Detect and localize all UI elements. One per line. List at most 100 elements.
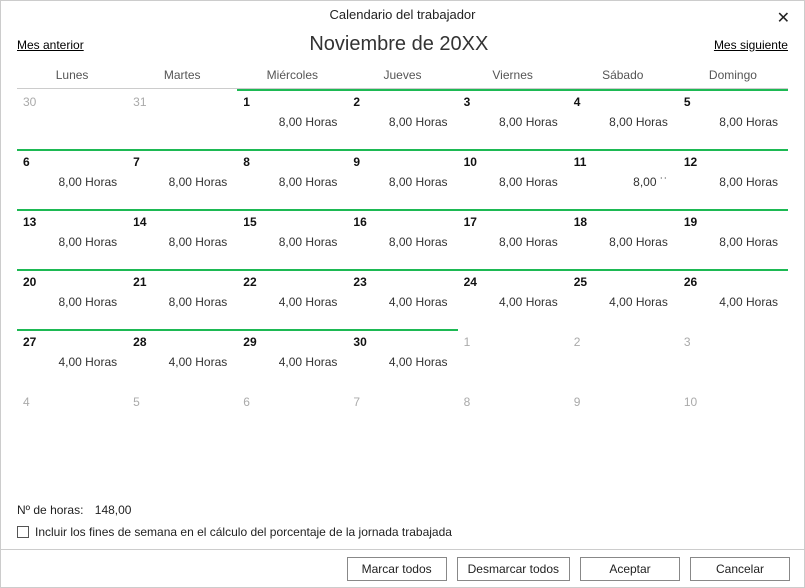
calendar-day-cell[interactable]: 6 (237, 389, 347, 449)
calendar-day-cell[interactable]: 68,00 Horas (17, 149, 127, 209)
mark-all-button[interactable]: Marcar todos (347, 557, 447, 581)
weekday-header-cell: Lunes (17, 64, 127, 89)
calendar-day-cell[interactable]: 1 (458, 329, 568, 389)
day-number: 30 (23, 95, 121, 109)
footer: Nº de horas: 148,00 Incluir los fines de… (17, 503, 788, 539)
calendar-day-cell[interactable]: 178,00 Horas (458, 209, 568, 269)
calendar-day-cell[interactable]: 9 (568, 389, 678, 449)
day-number: 2 (353, 95, 451, 109)
calendar-day-cell[interactable]: 5 (127, 389, 237, 449)
day-hours: 8,00 Horas (133, 229, 231, 249)
calendar-day-cell[interactable]: 148,00 Horas (127, 209, 237, 269)
cancel-button[interactable]: Cancelar (690, 557, 790, 581)
calendar-day-cell[interactable]: 98,00 Horas (347, 149, 457, 209)
day-hours: 4,00 Horas (353, 289, 451, 309)
close-icon[interactable]: ✕ (771, 3, 796, 35)
day-hours: 8,00 ˙˙ (574, 169, 672, 189)
include-weekends-row: Incluir los fines de semana en el cálcul… (17, 525, 788, 539)
weekday-header-cell: Viernes (458, 64, 568, 89)
calendar-day-cell[interactable]: 38,00 Horas (458, 89, 568, 149)
calendar-day-cell[interactable]: 198,00 Horas (678, 209, 788, 269)
day-number: 10 (464, 155, 562, 169)
calendar-day-cell[interactable]: 244,00 Horas (458, 269, 568, 329)
day-hours: 8,00 Horas (684, 109, 782, 129)
month-nav: Mes anterior Noviembre de 20XX Mes sigui… (1, 29, 804, 64)
day-number: 3 (684, 335, 782, 349)
total-hours: Nº de horas: 148,00 (17, 503, 788, 517)
calendar-day-cell[interactable]: 224,00 Horas (237, 269, 347, 329)
day-number: 17 (464, 215, 562, 229)
calendar-day-cell[interactable]: 294,00 Horas (237, 329, 347, 389)
total-hours-value: 148,00 (95, 503, 132, 517)
calendar-day-cell[interactable]: 88,00 Horas (237, 149, 347, 209)
day-number: 1 (243, 95, 341, 109)
day-number: 31 (133, 95, 231, 109)
day-hours: 8,00 Horas (574, 229, 672, 249)
day-number: 21 (133, 275, 231, 289)
day-number: 28 (133, 335, 231, 349)
day-number: 2 (574, 335, 672, 349)
day-number: 7 (133, 155, 231, 169)
day-number: 22 (243, 275, 341, 289)
calendar-day-cell[interactable]: 188,00 Horas (568, 209, 678, 269)
calendar-day-cell[interactable]: 218,00 Horas (127, 269, 237, 329)
calendar-day-cell[interactable]: 31 (127, 89, 237, 149)
day-number: 11 (574, 155, 672, 169)
calendar-day-cell[interactable]: 208,00 Horas (17, 269, 127, 329)
day-number: 6 (243, 395, 341, 409)
day-number: 20 (23, 275, 121, 289)
calendar-day-cell[interactable]: 304,00 Horas (347, 329, 457, 389)
day-number: 15 (243, 215, 341, 229)
calendar-day-cell[interactable]: 284,00 Horas (127, 329, 237, 389)
calendar-day-cell[interactable]: 118,00 ˙˙ (568, 149, 678, 209)
calendar-day-cell[interactable]: 234,00 Horas (347, 269, 457, 329)
calendar-day-cell[interactable]: 78,00 Horas (127, 149, 237, 209)
calendar-day-cell[interactable]: 18,00 Horas (237, 89, 347, 149)
day-hours: 8,00 Horas (684, 169, 782, 189)
day-hours: 4,00 Horas (574, 289, 672, 309)
calendar-day-cell[interactable]: 158,00 Horas (237, 209, 347, 269)
calendar-day-cell[interactable]: 2 (568, 329, 678, 389)
weekday-header-cell: Jueves (347, 64, 457, 89)
day-number: 26 (684, 275, 782, 289)
next-month-link[interactable]: Mes siguiente (714, 38, 788, 52)
day-hours: 8,00 Horas (243, 169, 341, 189)
include-weekends-checkbox[interactable] (17, 526, 29, 538)
calendar-day-cell[interactable]: 30 (17, 89, 127, 149)
calendar-day-cell[interactable]: 7 (347, 389, 457, 449)
accept-button[interactable]: Aceptar (580, 557, 680, 581)
calendar-day-cell[interactable]: 264,00 Horas (678, 269, 788, 329)
calendar-day-cell[interactable]: 168,00 Horas (347, 209, 457, 269)
calendar-day-cell[interactable]: 138,00 Horas (17, 209, 127, 269)
day-hours: 8,00 Horas (353, 229, 451, 249)
day-hours: 4,00 Horas (243, 289, 341, 309)
day-hours: 4,00 Horas (684, 289, 782, 309)
calendar-day-cell[interactable]: 28,00 Horas (347, 89, 457, 149)
calendar-day-cell[interactable]: 10 (678, 389, 788, 449)
day-number: 12 (684, 155, 782, 169)
calendar-day-cell[interactable]: 108,00 Horas (458, 149, 568, 209)
day-number: 14 (133, 215, 231, 229)
weekday-header-cell: Sábado (568, 64, 678, 89)
calendar-day-cell[interactable]: 8 (458, 389, 568, 449)
calendar-day-cell[interactable]: 58,00 Horas (678, 89, 788, 149)
day-number: 5 (684, 95, 782, 109)
calendar-day-cell[interactable]: 3 (678, 329, 788, 389)
day-number: 5 (133, 395, 231, 409)
day-hours: 8,00 Horas (23, 229, 121, 249)
day-number: 4 (574, 95, 672, 109)
day-number: 4 (23, 395, 121, 409)
calendar-day-cell[interactable]: 254,00 Horas (568, 269, 678, 329)
day-hours: 4,00 Horas (353, 349, 451, 369)
day-hours: 8,00 Horas (684, 229, 782, 249)
calendar-day-cell[interactable]: 128,00 Horas (678, 149, 788, 209)
unmark-all-button[interactable]: Desmarcar todos (457, 557, 570, 581)
day-number: 30 (353, 335, 451, 349)
day-hours: 8,00 Horas (353, 109, 451, 129)
calendar-day-cell[interactable]: 4 (17, 389, 127, 449)
day-number: 25 (574, 275, 672, 289)
calendar-day-cell[interactable]: 48,00 Horas (568, 89, 678, 149)
calendar-day-cell[interactable]: 274,00 Horas (17, 329, 127, 389)
day-hours: 8,00 Horas (464, 109, 562, 129)
prev-month-link[interactable]: Mes anterior (17, 38, 84, 52)
